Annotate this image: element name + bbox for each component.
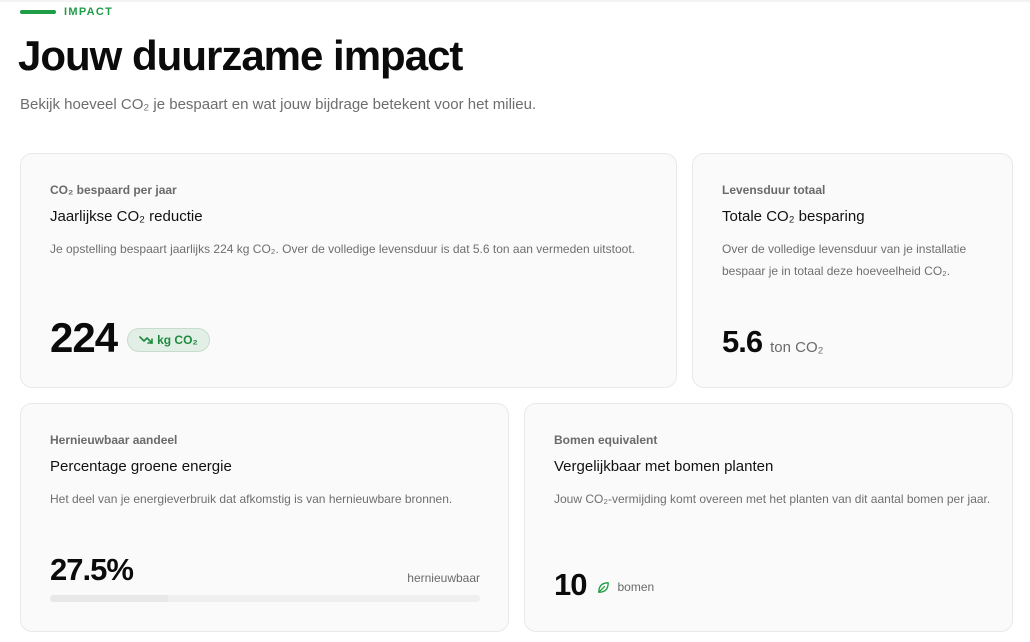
- renewable-share-card: Hernieuwbaar aandeel Percentage groene e…: [20, 403, 509, 632]
- card-description: Het deel van je energieverbruik dat afko…: [50, 492, 453, 506]
- eyebrow-accent-bar: [20, 10, 56, 14]
- annual-co2-card: CO₂ bespaard per jaar Jaarlijkse CO₂ red…: [20, 153, 677, 388]
- card-value-row: 224 kg CO₂: [50, 314, 210, 362]
- trend-down-icon: [139, 336, 153, 344]
- card-label: Hernieuwbaar aandeel: [50, 433, 178, 447]
- renewable-progress-fill: [50, 595, 169, 602]
- lifetime-co2-value: 5.6: [722, 324, 763, 359]
- lifetime-co2-card: Levensduur totaal Totale CO₂ besparing O…: [692, 153, 1013, 388]
- card-label: Levensduur totaal: [722, 183, 826, 197]
- card-title: Totale CO₂ besparing: [722, 208, 865, 225]
- renewable-progress-bar: [50, 595, 480, 602]
- card-value-row: 5.6 ton CO₂: [722, 324, 823, 360]
- renewable-unit-label: hernieuwbaar: [407, 571, 480, 585]
- trees-equivalent-card: Bomen equivalent Vergelijkbaar met bomen…: [524, 403, 1013, 632]
- card-description: Jouw CO₂-vermijding komt overeen met het…: [554, 492, 991, 506]
- card-description: Over de volledige levensduur van je inst…: [722, 242, 967, 278]
- trees-value: 10: [554, 567, 587, 602]
- section-eyebrow: IMPACT: [20, 6, 113, 18]
- card-label: Bomen equivalent: [554, 433, 658, 447]
- renewable-percentage-value: 27.5%: [50, 552, 134, 587]
- card-label: CO₂ bespaard per jaar: [50, 183, 177, 197]
- page-subtitle: Bekijk hoeveel CO₂ je bespaart en wat jo…: [20, 96, 537, 113]
- page-title: Jouw duurzame impact: [18, 32, 463, 79]
- card-title: Vergelijkbaar met bomen planten: [554, 458, 774, 475]
- eyebrow-label: IMPACT: [64, 6, 114, 18]
- lifetime-co2-unit: ton CO₂: [770, 339, 824, 356]
- card-title: Jaarlijkse CO₂ reductie: [50, 208, 203, 225]
- badge-unit-text: kg CO₂: [157, 333, 198, 347]
- card-description: Je opstelling bespaart jaarlijks 224 kg …: [50, 242, 635, 256]
- co2-unit-badge: kg CO₂: [127, 328, 210, 352]
- card-title: Percentage groene energie: [50, 458, 232, 475]
- leaf-icon: [598, 581, 610, 593]
- card-value-row: 10 bomen: [554, 567, 654, 603]
- top-divider: [0, 0, 1030, 2]
- annual-co2-value: 224: [50, 314, 118, 361]
- trees-unit: bomen: [617, 580, 655, 594]
